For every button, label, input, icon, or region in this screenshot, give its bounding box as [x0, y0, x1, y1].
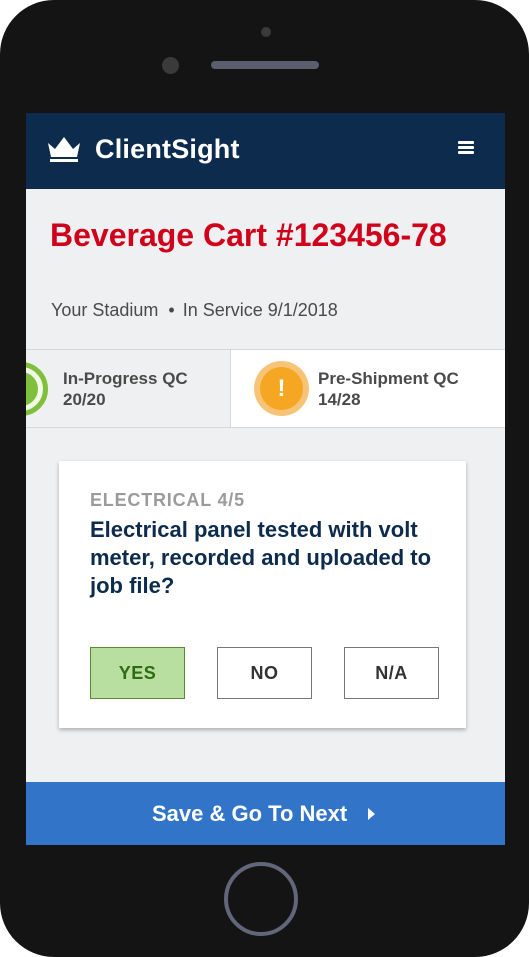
phone-frame: ClientSight Beverage Cart #123456-78 You… — [0, 0, 529, 957]
check-circle-icon — [26, 362, 48, 416]
app-screen: ClientSight Beverage Cart #123456-78 You… — [26, 113, 505, 845]
front-camera — [162, 57, 179, 74]
earpiece-speaker — [211, 61, 319, 69]
tab-count: 14/28 — [318, 390, 361, 409]
save-next-button[interactable]: Save & Go To Next — [26, 782, 505, 845]
asset-location: Your Stadium — [51, 300, 159, 320]
tab-label: In-Progress QC — [63, 369, 188, 388]
crown-icon — [48, 137, 80, 162]
question-category: ELECTRICAL 4/5 — [90, 490, 245, 510]
warning-circle-icon: ! — [254, 361, 309, 416]
answer-na-button[interactable]: N/A — [344, 647, 439, 699]
home-button[interactable] — [224, 862, 298, 936]
asset-meta: Your Stadium • In Service 9/1/2018 — [51, 300, 338, 321]
answer-no-button[interactable]: NO — [217, 647, 312, 699]
question-text: Electrical panel tested with volt meter,… — [90, 517, 432, 598]
question-card: ELECTRICAL 4/5 Electrical panel tested w… — [59, 461, 466, 728]
brand-name: ClientSight — [95, 134, 240, 164]
app-header: ClientSight — [26, 113, 505, 189]
caret-right-icon — [368, 808, 375, 820]
tab-pre-shipment-qc[interactable]: ! Pre-Shipment QC 14/28 — [230, 350, 505, 427]
tab-label: Pre-Shipment QC — [318, 369, 459, 388]
qc-tab-bar: In-Progress QC 20/20 ! Pre-Shipment QC 1… — [26, 349, 505, 428]
answer-yes-button[interactable]: YES — [90, 647, 185, 699]
tab-count: 20/20 — [63, 390, 106, 409]
hamburger-menu-icon[interactable] — [458, 141, 474, 155]
warning-mark: ! — [260, 367, 303, 410]
tab-in-progress-qc[interactable]: In-Progress QC 20/20 — [26, 350, 230, 427]
asset-service-date: In Service 9/1/2018 — [182, 300, 338, 320]
meta-separator: • — [168, 300, 175, 320]
sensor-dot — [261, 27, 271, 37]
save-next-label: Save & Go To Next — [152, 801, 348, 826]
asset-title: Beverage Cart #123456-78 — [50, 217, 447, 253]
